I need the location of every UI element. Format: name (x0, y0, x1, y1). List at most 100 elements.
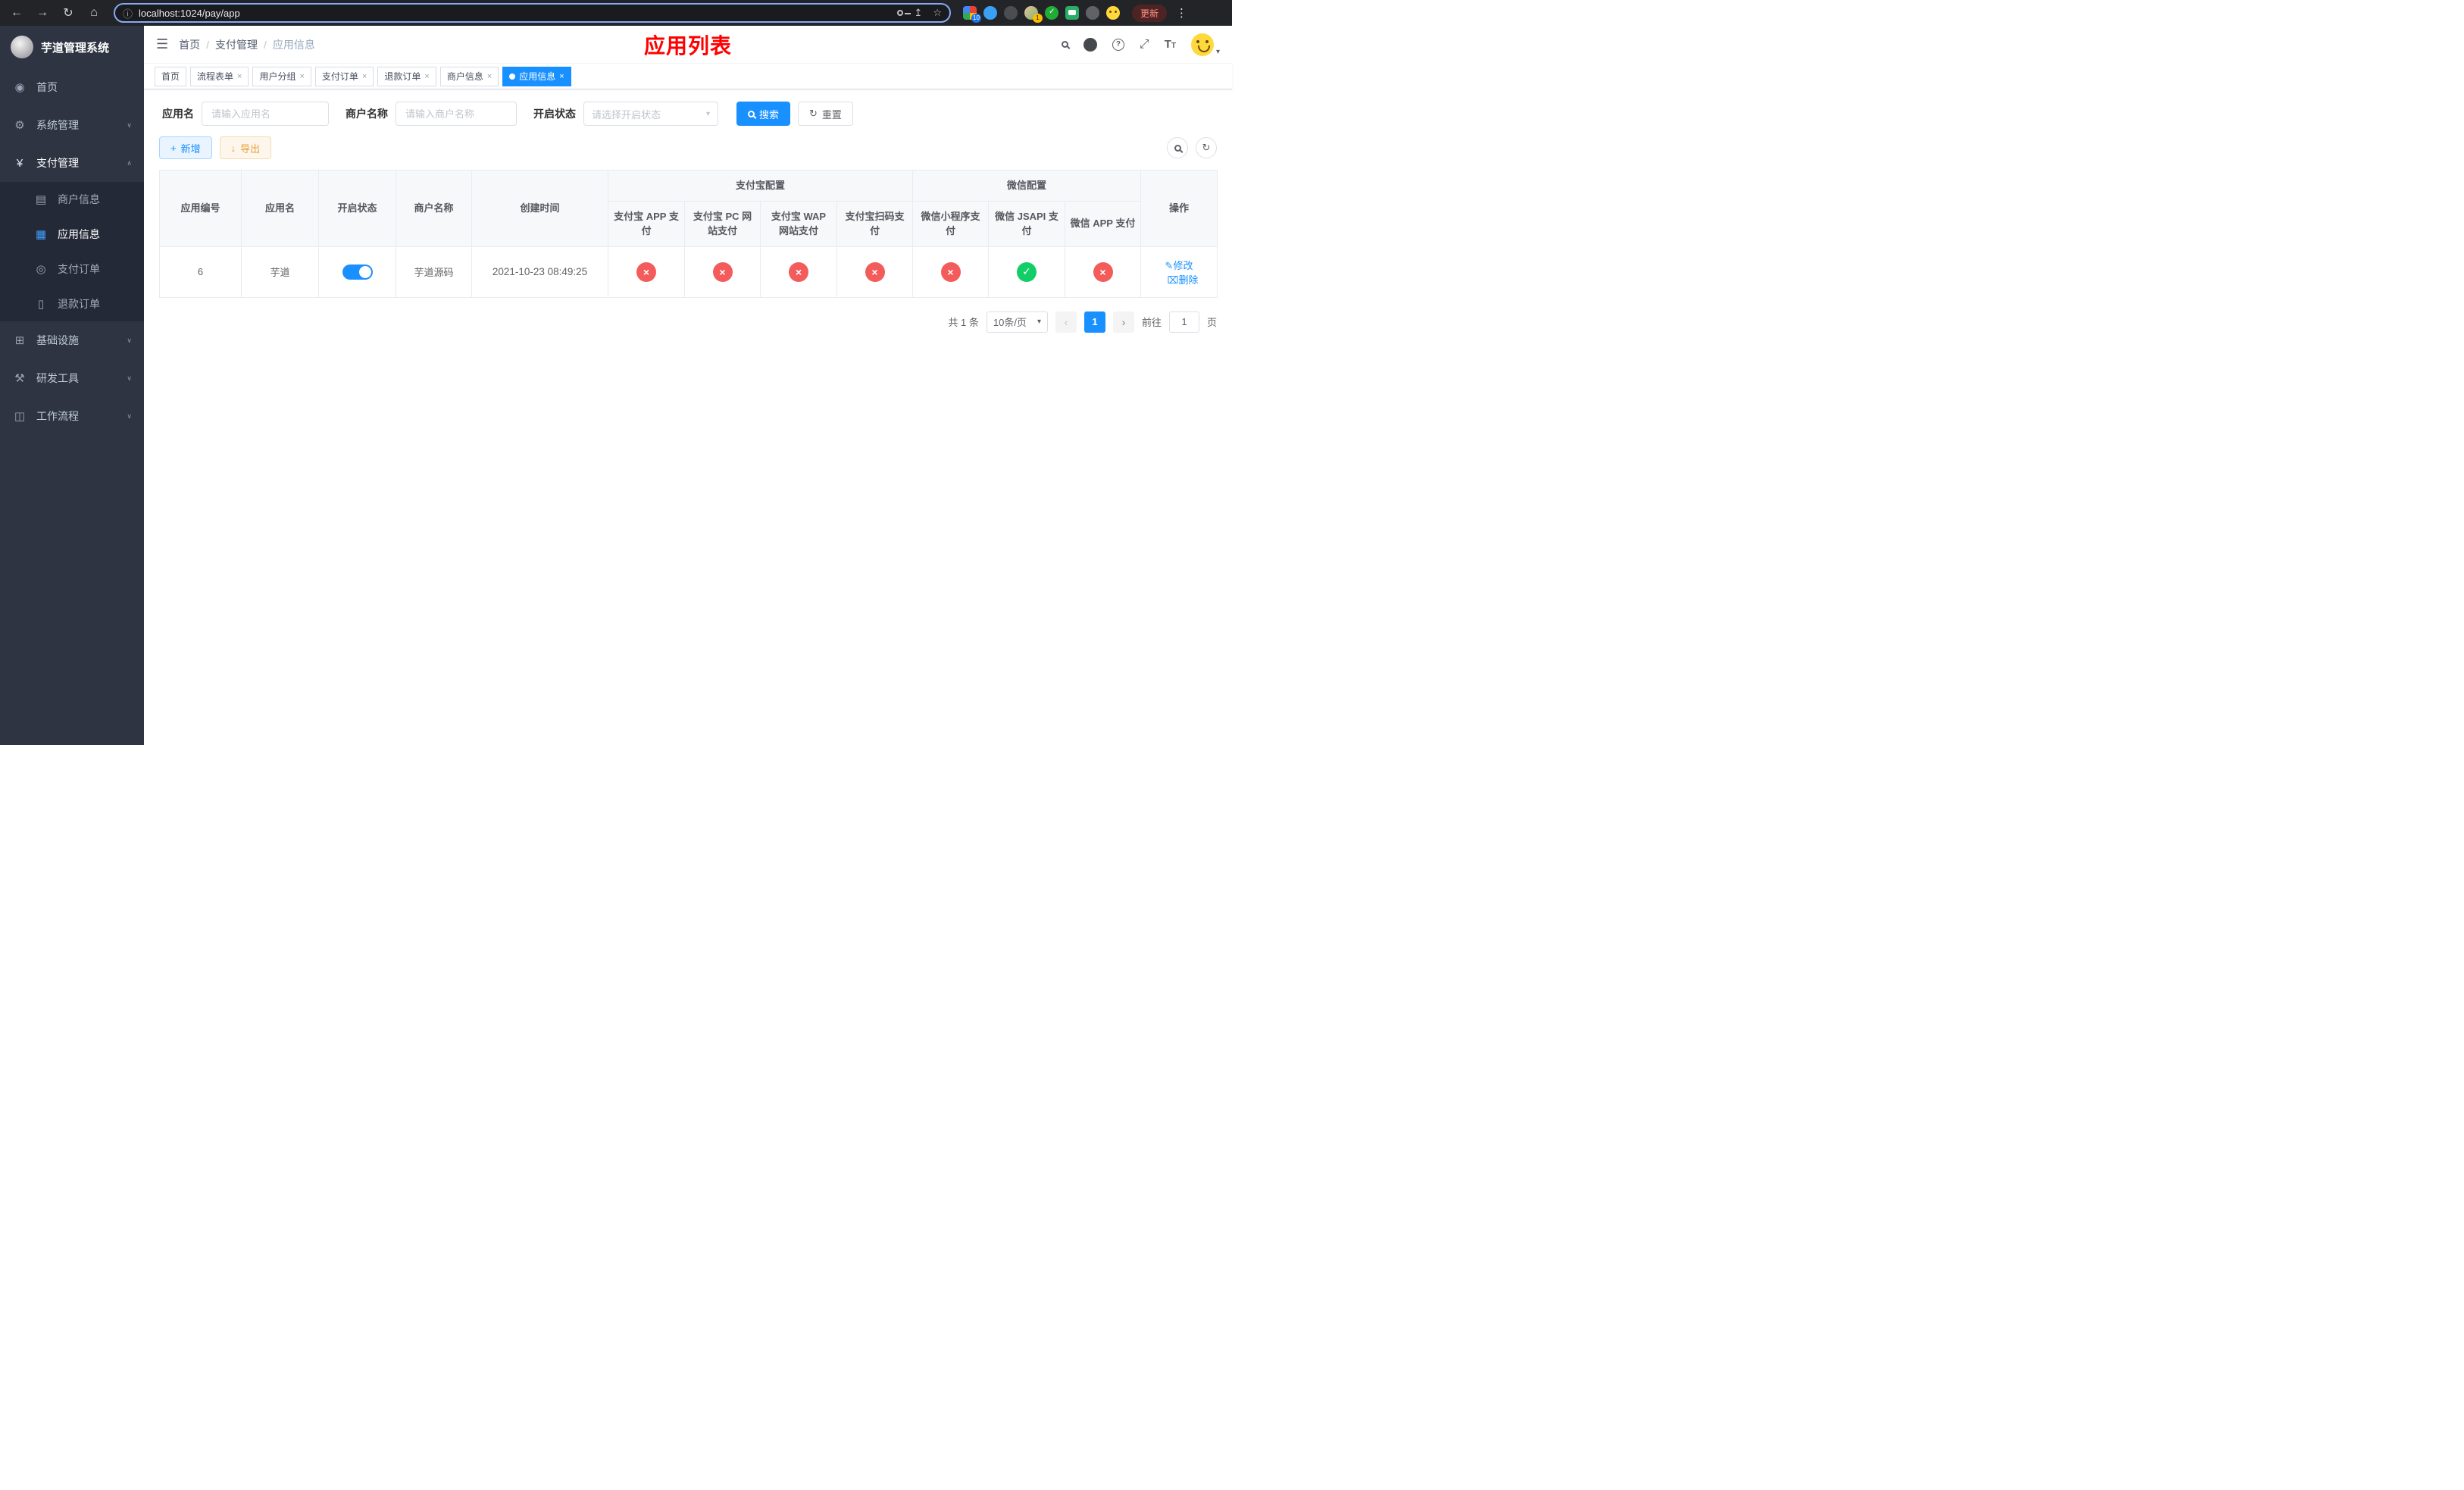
tab-label: 支付订单 (321, 71, 358, 82)
extension-drop-icon[interactable] (983, 6, 997, 20)
chevron-down-icon: ∨ (127, 412, 132, 420)
cell-app-name: 芋道 (241, 246, 319, 298)
github-icon[interactable] (1083, 37, 1097, 52)
avatar[interactable] (1190, 33, 1214, 56)
tab-user-group[interactable]: 用户分组 × (252, 66, 311, 86)
target-icon: ◎ (36, 263, 46, 276)
extension-green-check-icon[interactable] (1045, 6, 1058, 20)
document-icon: ▯ (37, 298, 45, 311)
tab-home[interactable]: 首页 (155, 66, 187, 86)
sidebar-item-home[interactable]: ◉ 首页 (0, 68, 144, 106)
toggle-search-button[interactable] (1167, 137, 1188, 158)
extensions-row: 10 1 (963, 6, 1120, 23)
home-button[interactable]: ⌂ (83, 2, 105, 23)
sidebar-item-payment[interactable]: ¥ 支付管理 ∧ (0, 144, 144, 182)
cell-wechat-mini (912, 246, 990, 298)
reload-button[interactable]: ↻ (58, 2, 79, 23)
chrome-update-button[interactable]: 更新 (1132, 4, 1168, 22)
sidebar-item-system[interactable]: ⚙ 系统管理 ∨ (0, 106, 144, 144)
user-menu[interactable]: ▾ (1190, 33, 1220, 56)
refresh-table-button[interactable]: ↻ (1196, 137, 1217, 158)
app-name-input[interactable] (202, 102, 329, 126)
status-toggle[interactable] (342, 264, 373, 280)
content: 应用名 商户名称 开启状态 请选择开启状态 ▾ 搜索 ↻ 重置 (144, 89, 1232, 745)
sidebar-item-workflow[interactable]: ◫ 工作流程 ∨ (0, 397, 144, 435)
address-bar[interactable]: ⓘ localhost:1024/pay/app ↥ ☆ (114, 3, 951, 23)
status-cross-icon (1093, 261, 1113, 282)
extension-emoji-icon[interactable] (1106, 6, 1120, 20)
edit-button[interactable]: ✎修改 (1165, 260, 1193, 271)
close-icon[interactable]: × (487, 72, 492, 81)
back-button[interactable]: ← (6, 2, 27, 23)
search-button-label: 搜索 (759, 108, 780, 121)
share-icon[interactable]: ↥ (914, 7, 922, 19)
search-icon[interactable] (1061, 41, 1068, 48)
delete-label: 删除 (1178, 274, 1199, 286)
sidebar-item-app-info[interactable]: ▦ 应用信息 (0, 217, 144, 252)
breadcrumb-section[interactable]: 支付管理 (215, 37, 258, 52)
sidebar-fold-icon[interactable]: ☰ (156, 36, 168, 52)
extension-avatar-icon[interactable]: 1 (1024, 6, 1043, 23)
extension-puzzle-icon[interactable] (1086, 6, 1099, 20)
close-icon[interactable]: × (424, 72, 429, 81)
fullscreen-icon[interactable]: ⤢ (1140, 38, 1149, 52)
sidebar-item-merchant-info[interactable]: ▤ 商户信息 (0, 182, 144, 217)
dashboard-icon: ◉ (14, 81, 25, 94)
page-title: 应用列表 (643, 33, 733, 58)
extension-dark-icon[interactable] (1004, 6, 1018, 20)
tab-app-info[interactable]: 应用信息 × (502, 66, 571, 86)
tab-pay-order[interactable]: 支付订单 × (314, 66, 374, 86)
extension-blocks-icon[interactable]: 10 (963, 6, 981, 23)
page-size-select[interactable]: 10条/页 ▾ (986, 311, 1048, 333)
extension-chat-icon[interactable] (1065, 6, 1079, 20)
grid-icon: ▦ (35, 228, 47, 241)
status-select[interactable]: 请选择开启状态 ▾ (583, 102, 718, 126)
forward-button[interactable]: → (32, 2, 53, 23)
goto-page-input[interactable] (1168, 311, 1199, 333)
breadcrumb-separator: / (264, 38, 267, 51)
sidebar-item-pay-order[interactable]: ◎ 支付订单 (0, 252, 144, 286)
breadcrumb-separator: / (206, 38, 210, 51)
cell-app-id: 6 (159, 246, 242, 298)
font-size-icon[interactable]: TT (1165, 38, 1176, 51)
bookmark-star-icon[interactable]: ☆ (933, 7, 942, 19)
col-app-name: 应用名 (241, 170, 319, 247)
site-info-icon[interactable]: ⓘ (123, 6, 133, 20)
page-number-button[interactable]: 1 (1083, 311, 1105, 333)
close-icon[interactable]: × (237, 72, 242, 81)
next-page-button[interactable]: › (1112, 311, 1134, 333)
reset-button[interactable]: ↻ 重置 (798, 102, 853, 126)
password-key-icon[interactable] (897, 10, 911, 16)
delete-button[interactable]: ⌧删除 (1168, 274, 1199, 286)
sidebar-item-label: 支付订单 (58, 263, 100, 275)
cell-alipay-wap (760, 246, 837, 298)
cell-alipay-pc (684, 246, 761, 298)
merchant-name-input[interactable] (396, 102, 517, 126)
tab-refund-order[interactable]: 退款订单 × (377, 66, 436, 86)
status-cross-icon (865, 261, 885, 282)
help-icon[interactable]: ? (1112, 38, 1124, 51)
col-alipay-pc: 支付宝 PC 网站支付 (684, 200, 761, 247)
prev-page-button[interactable]: ‹ (1055, 311, 1077, 333)
search-button[interactable]: 搜索 (736, 102, 791, 126)
add-button[interactable]: + 新增 (159, 136, 212, 159)
tag-bar: 首页 流程表单 × 用户分组 × 支付订单 × 退款订单 × 商户信息 × 应用… (144, 64, 1232, 89)
sidebar-item-infrastructure[interactable]: ⊞ 基础设施 ∨ (0, 321, 144, 359)
goto-suffix: 页 (1206, 317, 1217, 328)
breadcrumb-home[interactable]: 首页 (179, 37, 200, 52)
sidebar-item-refund-order[interactable]: ▯ 退款订单 (0, 286, 144, 321)
tab-merchant-info[interactable]: 商户信息 × (439, 66, 499, 86)
close-icon[interactable]: × (299, 72, 304, 81)
export-button[interactable]: ↓ 导出 (219, 136, 272, 159)
close-icon[interactable]: × (559, 72, 564, 81)
col-wechat-jsapi: 微信 JSAPI 支付 (988, 200, 1066, 247)
sidebar-logo-row[interactable]: 芋道管理系统 (0, 26, 144, 68)
url-text[interactable]: localhost:1024/pay/app (139, 8, 891, 19)
search-icon (1174, 144, 1181, 152)
close-icon[interactable]: × (362, 72, 367, 81)
total-count: 共 1 条 (948, 317, 979, 328)
col-actions: 操作 (1140, 170, 1218, 247)
tab-process-form[interactable]: 流程表单 × (190, 66, 249, 86)
sidebar-item-dev-tools[interactable]: ⚒ 研发工具 ∨ (0, 359, 144, 397)
browser-menu-icon[interactable]: ⋮ (1171, 6, 1192, 20)
